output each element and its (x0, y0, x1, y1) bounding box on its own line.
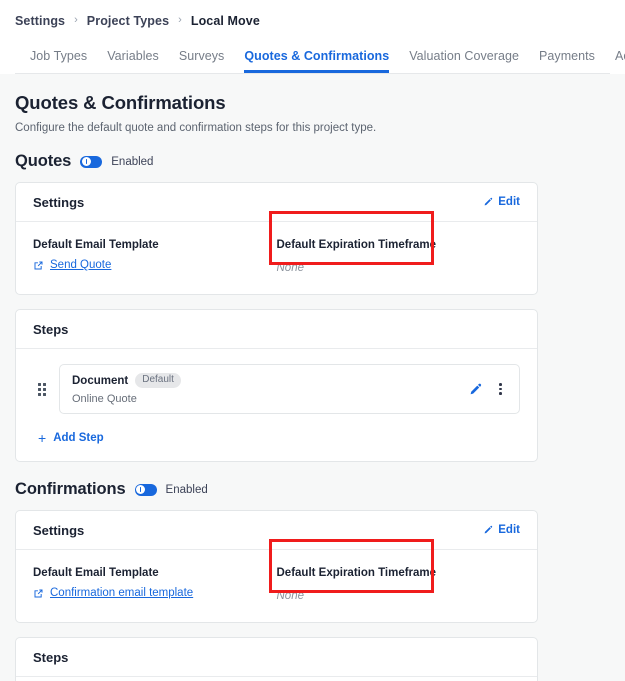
quotes-steps-card: Steps Document Default Online Quote + Ad… (15, 309, 538, 462)
status-badge: Default (135, 373, 181, 388)
quotes-steps-card-body: Document Default Online Quote + Add Step (16, 349, 537, 461)
quotes-default-expiration-timeframe-label: Default Expiration Timeframe (276, 239, 437, 251)
quotes-steps-card-header: Steps (16, 310, 537, 349)
top-bar: Settings › Project Types › Local Move Jo… (0, 0, 625, 74)
confirmations-default-expiration-timeframe-field: Default Expiration Timeframe None (269, 539, 521, 602)
confirmations-enabled-toggle[interactable] (134, 483, 157, 496)
page-subtitle: Configure the default quote and confirma… (15, 122, 377, 134)
quotes-enabled-toggle[interactable] (80, 155, 103, 168)
pencil-icon[interactable] (469, 383, 482, 396)
page-title: Quotes & Confirmations (15, 92, 226, 113)
breadcrumb-separator-icon: › (178, 13, 182, 26)
kebab-menu-icon[interactable] (495, 381, 506, 397)
add-step-label: Add Step (53, 432, 104, 444)
confirmations-settings-card-body: Default Email Template Confirmation emai… (16, 539, 537, 622)
quotes-settings-card: Settings Edit Default Email Template Sen… (15, 182, 538, 295)
quotes-settings-edit-label: Edit (498, 196, 520, 208)
quotes-default-expiration-timeframe-field: Default Expiration Timeframe None (269, 211, 521, 274)
table-row: Document Default Online Quote (33, 364, 520, 414)
confirmations-section-title: Confirmations (15, 480, 126, 498)
confirmations-settings-fields: Default Email Template Confirmation emai… (33, 539, 521, 602)
quotes-steps-title: Steps (33, 321, 69, 337)
confirmations-settings-edit-button[interactable]: Edit (483, 524, 520, 536)
tab-surveys[interactable]: Surveys (179, 49, 225, 73)
tab-accounting[interactable]: Accounting (615, 49, 625, 73)
quotes-toggle-label: Enabled (111, 155, 154, 168)
external-link-icon (33, 260, 44, 271)
step-item-name: Document (72, 374, 129, 387)
breadcrumb-item-settings[interactable]: Settings (15, 14, 65, 28)
quotes-section-header: Quotes Enabled (15, 152, 610, 171)
toggle-on-icon (136, 485, 146, 494)
confirmations-settings-card: Settings Edit Default Email Template Con… (15, 510, 538, 623)
tab-quotes-and-confirmations[interactable]: Quotes & Confirmations (244, 49, 390, 73)
add-step-button[interactable]: + Add Step (38, 431, 520, 445)
quotes-send-quote-link[interactable]: Send Quote (33, 259, 277, 271)
tab-variables[interactable]: Variables (107, 49, 159, 73)
confirmations-steps-title: Steps (33, 649, 69, 665)
confirmations-settings-edit-label: Edit (498, 524, 520, 536)
pencil-icon (483, 525, 493, 535)
quotes-send-quote-link-label: Send Quote (50, 259, 112, 271)
confirmations-default-expiration-timeframe-value: None (276, 590, 305, 602)
quotes-default-email-template-field: Default Email Template Send Quote (33, 239, 277, 274)
breadcrumb-separator-icon: › (74, 13, 78, 26)
quotes-section-title: Quotes (15, 152, 72, 170)
confirmations-default-email-template-label: Default Email Template (33, 567, 159, 579)
quotes-settings-fields: Default Email Template Send Quote Defaul… (33, 211, 521, 274)
confirmations-email-template-link[interactable]: Confirmation email template (33, 587, 277, 599)
page-content: Quotes & Confirmations Configure the def… (0, 74, 625, 681)
quotes-settings-card-header: Settings Edit (16, 183, 537, 222)
plus-icon: + (38, 430, 47, 446)
confirmations-settings-card-header: Settings Edit (16, 511, 537, 550)
confirmations-steps-card-body (16, 677, 537, 681)
quotes-default-email-template-label: Default Email Template (33, 239, 159, 251)
quotes-settings-card-body: Default Email Template Send Quote Defaul… (16, 211, 537, 294)
confirmations-steps-card-header: Steps (16, 638, 537, 677)
breadcrumb-item-local-move[interactable]: Local Move (191, 14, 260, 28)
tab-job-types[interactable]: Job Types (30, 49, 87, 73)
confirmations-default-expiration-timeframe-label: Default Expiration Timeframe (276, 567, 437, 579)
toggle-on-icon (81, 157, 91, 166)
confirmations-settings-title: Settings (33, 522, 85, 538)
step-item-title-row: Document Default (72, 373, 181, 388)
confirmations-steps-card: Steps (15, 637, 538, 681)
confirmations-section-header: Confirmations Enabled (15, 480, 610, 499)
step-item-subtitle: Online Quote (72, 393, 137, 405)
pencil-icon (483, 197, 493, 207)
breadcrumb: Settings › Project Types › Local Move (15, 12, 610, 30)
quotes-settings-title: Settings (33, 194, 85, 210)
step-item-actions (469, 381, 506, 397)
breadcrumb-item-project-types[interactable]: Project Types (87, 14, 169, 28)
step-item-document[interactable]: Document Default Online Quote (59, 364, 520, 414)
confirmations-email-template-link-label: Confirmation email template (50, 587, 194, 599)
confirmations-toggle-label: Enabled (165, 483, 208, 496)
tab-bar: Job Types Variables Surveys Quotes & Con… (15, 40, 625, 74)
confirmations-default-email-template-field: Default Email Template Confirmation emai… (33, 567, 277, 602)
tab-valuation-coverage[interactable]: Valuation Coverage (409, 49, 519, 73)
step-item-text: Document Default Online Quote (72, 373, 181, 405)
tab-payments[interactable]: Payments (539, 49, 595, 73)
quotes-settings-edit-button[interactable]: Edit (483, 196, 520, 208)
drag-handle-icon[interactable] (38, 382, 48, 396)
quotes-default-expiration-timeframe-value: None (276, 262, 305, 274)
external-link-icon (33, 588, 44, 599)
